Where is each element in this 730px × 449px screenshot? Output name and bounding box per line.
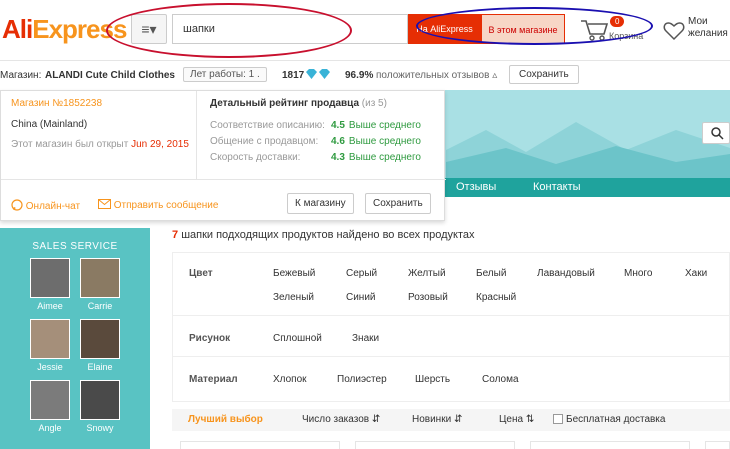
store-search-button[interactable]: [702, 122, 730, 144]
agent-jessie[interactable]: Jessie: [30, 319, 70, 373]
product-card[interactable]: [355, 441, 515, 449]
search-icon: [711, 127, 724, 140]
product-card[interactable]: [180, 441, 340, 449]
avatar: [80, 380, 120, 420]
positive-feedback-text[interactable]: положительных отзывов ▵: [376, 70, 497, 81]
product-card[interactable]: [530, 441, 690, 449]
store-years-badge: Лет работы: 1 .: [183, 67, 267, 82]
filter-option[interactable]: Знаки: [352, 333, 379, 344]
rating-row: Соответствие описанию: 4.5 Выше среднего: [210, 120, 421, 131]
agent-name: Angle: [38, 423, 62, 433]
avatar: [30, 319, 70, 359]
divider: [173, 356, 730, 357]
agent-name: Aimee: [37, 301, 63, 311]
results-count-text: 7 шапки подходящих продуктов найдено во …: [172, 229, 475, 241]
agent-name: Elaine: [87, 362, 113, 372]
sort-orders[interactable]: Число заказов ⇵: [302, 414, 380, 425]
agent-name: Jessie: [37, 362, 63, 372]
filter-color-label: Цвет: [189, 268, 213, 279]
chat-icon: [11, 199, 23, 211]
sort-best-match[interactable]: Лучший выбор: [188, 414, 263, 425]
agent-aimee[interactable]: Aimee: [30, 258, 70, 312]
filter-option[interactable]: Синий: [346, 292, 376, 303]
save-store-popup-button[interactable]: Сохранить: [365, 193, 431, 214]
filter-option[interactable]: Серый: [346, 268, 377, 279]
sort-newest[interactable]: Новинки ⇵: [412, 414, 462, 425]
filter-option[interactable]: Хлопок: [273, 374, 307, 385]
envelope-icon: [98, 199, 111, 209]
save-store-button[interactable]: Сохранить: [509, 65, 579, 84]
product-card[interactable]: [705, 441, 730, 449]
agent-angle[interactable]: Angle: [30, 380, 70, 434]
sales-service-panel: SALES SERVICE Aimee Carrie Jessie Elaine…: [0, 228, 150, 449]
filter-option[interactable]: Много: [624, 268, 652, 279]
online-chat-link[interactable]: Онлайн-чат: [11, 199, 80, 212]
agent-elaine[interactable]: Elaine: [80, 319, 120, 373]
agent-snowy[interactable]: Snowy: [80, 380, 120, 434]
agent-name: Snowy: [86, 423, 114, 433]
filter-option[interactable]: Желтый: [408, 268, 446, 279]
avatar: [30, 380, 70, 420]
filter-option[interactable]: Хаки: [685, 268, 707, 279]
filter-material-label: Материал: [189, 374, 238, 385]
wishlist-button[interactable]: Мои желания: [663, 16, 730, 46]
avatar: [80, 319, 120, 359]
agent-name: Carrie: [87, 301, 113, 311]
filter-pattern-label: Рисунок: [189, 333, 231, 344]
annotation-ellipse-red: [106, 3, 352, 58]
wishlist-label-line2: желания: [688, 28, 728, 39]
store-info-bar: Магазин: ALANDI Cute Child Clothes Лет р…: [0, 60, 730, 90]
store-info-popup: Магазин №1852238 China (Mainland) Этот м…: [0, 90, 446, 221]
send-message-link[interactable]: Отправить сообщение: [98, 199, 218, 211]
divider: [196, 91, 197, 179]
sort-price[interactable]: Цена ⇅: [499, 414, 534, 425]
rating-row: Скорость доставки: 4.3 Выше среднего: [210, 152, 421, 163]
mountains-graphic: [446, 122, 730, 178]
feedback-score: 1817: [282, 70, 305, 81]
store-number[interactable]: Магазин №1852238: [11, 98, 102, 109]
seller-rating-title: Детальный рейтинг продавца (из 5): [210, 98, 387, 109]
free-shipping-label: Бесплатная доставка: [566, 414, 666, 425]
store-banner: [446, 90, 730, 178]
sales-service-title: SALES SERVICE: [32, 241, 118, 252]
wishlist-label-line1: Мои: [688, 16, 708, 27]
filter-option[interactable]: Зеленый: [273, 292, 314, 303]
filters-panel: Цвет Бежевый Серый Желтый Белый Лавандов…: [172, 252, 730, 402]
diamond-rank-icon: [306, 69, 330, 79]
filter-option[interactable]: Белый: [476, 268, 506, 279]
positive-percent: 96.9%: [345, 70, 374, 81]
filter-option[interactable]: Лавандовый: [537, 268, 595, 279]
divider: [173, 315, 730, 316]
filter-option[interactable]: Сплошной: [273, 333, 322, 344]
nav-contacts[interactable]: Контакты: [533, 181, 581, 193]
filter-option[interactable]: Шерсть: [415, 374, 450, 385]
avatar: [80, 258, 120, 298]
filter-option[interactable]: Розовый: [408, 292, 448, 303]
header: AliExpress ≡▾ шапки На AliExpress В этом…: [0, 0, 730, 60]
rating-row: Общение с продавцом: 4.6 Выше среднего: [210, 136, 421, 147]
to-store-button[interactable]: К магазину: [287, 193, 354, 214]
store-label: Магазин:: [0, 70, 42, 81]
filter-option[interactable]: Бежевый: [273, 268, 315, 279]
avatar: [30, 258, 70, 298]
heart-icon: [663, 22, 685, 41]
filter-option[interactable]: Солома: [482, 374, 519, 385]
store-country: China (Mainland): [11, 119, 88, 130]
annotation-ellipse-blue: [416, 7, 653, 45]
filter-option[interactable]: Красный: [476, 292, 516, 303]
filter-option[interactable]: Полиэстер: [337, 374, 387, 385]
divider: [1, 179, 446, 180]
store-opened: Этот магазин был открыт Jun 29, 2015: [11, 139, 189, 150]
store-name[interactable]: ALANDI Cute Child Clothes: [45, 70, 175, 81]
sort-bar: Лучший выбор Число заказов ⇵ Новинки ⇵ Ц…: [172, 409, 730, 431]
nav-reviews[interactable]: Отзывы: [456, 181, 496, 193]
agent-carrie[interactable]: Carrie: [80, 258, 120, 312]
free-shipping-checkbox[interactable]: [553, 414, 563, 424]
